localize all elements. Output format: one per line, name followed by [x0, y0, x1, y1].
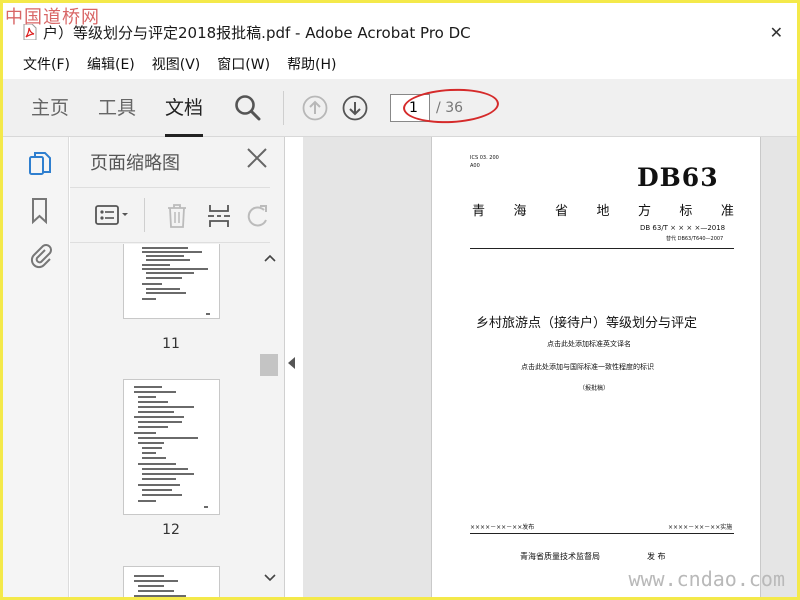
- doc-replaces: 替代 DB63/T640—2007: [666, 236, 724, 242]
- collapse-panel-icon[interactable]: [288, 357, 295, 369]
- watermark-top: 中国道桥网: [5, 7, 100, 28]
- bookmark-icon[interactable]: [27, 197, 53, 225]
- search-icon[interactable]: [233, 93, 263, 123]
- thumbnail-page-11[interactable]: [123, 244, 220, 319]
- thumbnail-options-icon[interactable]: [94, 202, 132, 232]
- next-page-icon[interactable]: [342, 95, 368, 121]
- doc-region: 青 海 省 地 方 标 准: [472, 200, 734, 219]
- delete-page-icon[interactable]: [164, 202, 190, 234]
- thumbnail-label-11: 11: [162, 336, 180, 352]
- thumbnail-label-12: 12: [162, 522, 180, 538]
- menu-bar: 文件(F) 编辑(E) 视图(V) 窗口(W) 帮助(H): [3, 51, 797, 77]
- thumbnails-panel: 页面缩略图 11 12: [70, 137, 285, 597]
- document-view: ICS 03. 200 A00 DB63 青 海 省 地 方 标 准 DB 63…: [303, 137, 797, 597]
- doc-issue-date: ××××－××－××发布: [470, 524, 535, 531]
- menu-edit[interactable]: 编辑(E): [87, 54, 135, 74]
- panel-title: 页面缩略图: [90, 153, 180, 174]
- panel-toolbar: [70, 187, 270, 243]
- thumbnail-page-12[interactable]: [123, 379, 220, 515]
- app-frame: 中国道桥网 户）等级划分与评定2018报批稿.pdf - Adobe Acrob…: [3, 3, 797, 597]
- region-char: 方: [637, 204, 651, 219]
- menu-view[interactable]: 视图(V): [152, 54, 201, 74]
- region-char: 青: [472, 204, 486, 219]
- close-icon[interactable]: [246, 147, 268, 169]
- menu-window[interactable]: 窗口(W): [217, 54, 270, 74]
- menu-file[interactable]: 文件(F): [23, 54, 70, 74]
- doc-code: DB63: [637, 163, 719, 192]
- scroll-up-icon: [264, 254, 276, 262]
- watermark-bottom: www.cndao.com: [628, 567, 785, 591]
- scroll-thumb[interactable]: [260, 354, 278, 376]
- doc-consistency: 点击此处添加与国际标准一致性程度的标识: [521, 363, 654, 371]
- menu-help[interactable]: 帮助(H): [287, 54, 336, 74]
- region-char: 省: [554, 204, 568, 219]
- main-toolbar: 主页 工具 文档 1 / 36: [3, 79, 797, 137]
- annotation-highlight-oval: [402, 86, 500, 126]
- doc-rule-bottom: [470, 533, 734, 534]
- panel-separator: [144, 198, 145, 232]
- tab-home[interactable]: 主页: [31, 79, 69, 137]
- region-char: 标: [679, 204, 693, 219]
- tab-document[interactable]: 文档: [165, 79, 204, 137]
- doc-issue-word: 发 布: [647, 552, 666, 561]
- previous-page-icon[interactable]: [302, 95, 328, 121]
- thumbnail-scrollbar[interactable]: [260, 244, 280, 597]
- region-char: 海: [513, 204, 527, 219]
- window-close-button[interactable]: ✕: [770, 23, 783, 42]
- doc-issuer: 青海省质量技术监督局: [520, 552, 600, 561]
- doc-impl-date: ××××－××－××实施: [668, 524, 733, 531]
- tab-tools[interactable]: 工具: [98, 79, 136, 137]
- thumbnail-list: 11 12: [70, 244, 260, 597]
- region-char: 准: [720, 204, 734, 219]
- doc-ccs: A00: [470, 163, 480, 169]
- toolbar-separator: [283, 90, 285, 125]
- attachment-icon[interactable]: [27, 241, 53, 269]
- page-thumbnails-icon[interactable]: [27, 151, 53, 177]
- window-title: 户）等级划分与评定2018报批稿.pdf - Adobe Acrobat Pro…: [43, 23, 471, 42]
- thumbnail-page-13[interactable]: [123, 566, 220, 597]
- extract-page-icon[interactable]: [206, 202, 232, 234]
- region-char: 地: [596, 204, 610, 219]
- doc-title: 乡村旅游点（接待户）等级划分与评定: [476, 316, 698, 331]
- doc-draft-stage: （报批稿）: [579, 385, 610, 392]
- doc-ics: ICS 03. 200: [470, 155, 499, 161]
- doc-rule-top: [470, 248, 734, 249]
- scroll-down-icon: [264, 574, 276, 582]
- left-navigation-rail: [3, 137, 69, 597]
- title-bar: 户）等级划分与评定2018报批稿.pdf - Adobe Acrobat Pro…: [3, 17, 797, 47]
- doc-std-number: DB 63/T × × × ×—2018: [640, 224, 726, 232]
- rotate-page-icon[interactable]: [246, 202, 270, 234]
- doc-english-title: 点击此处添加标准英文译名: [547, 340, 631, 348]
- pdf-page: ICS 03. 200 A00 DB63 青 海 省 地 方 标 准 DB 63…: [431, 137, 761, 597]
